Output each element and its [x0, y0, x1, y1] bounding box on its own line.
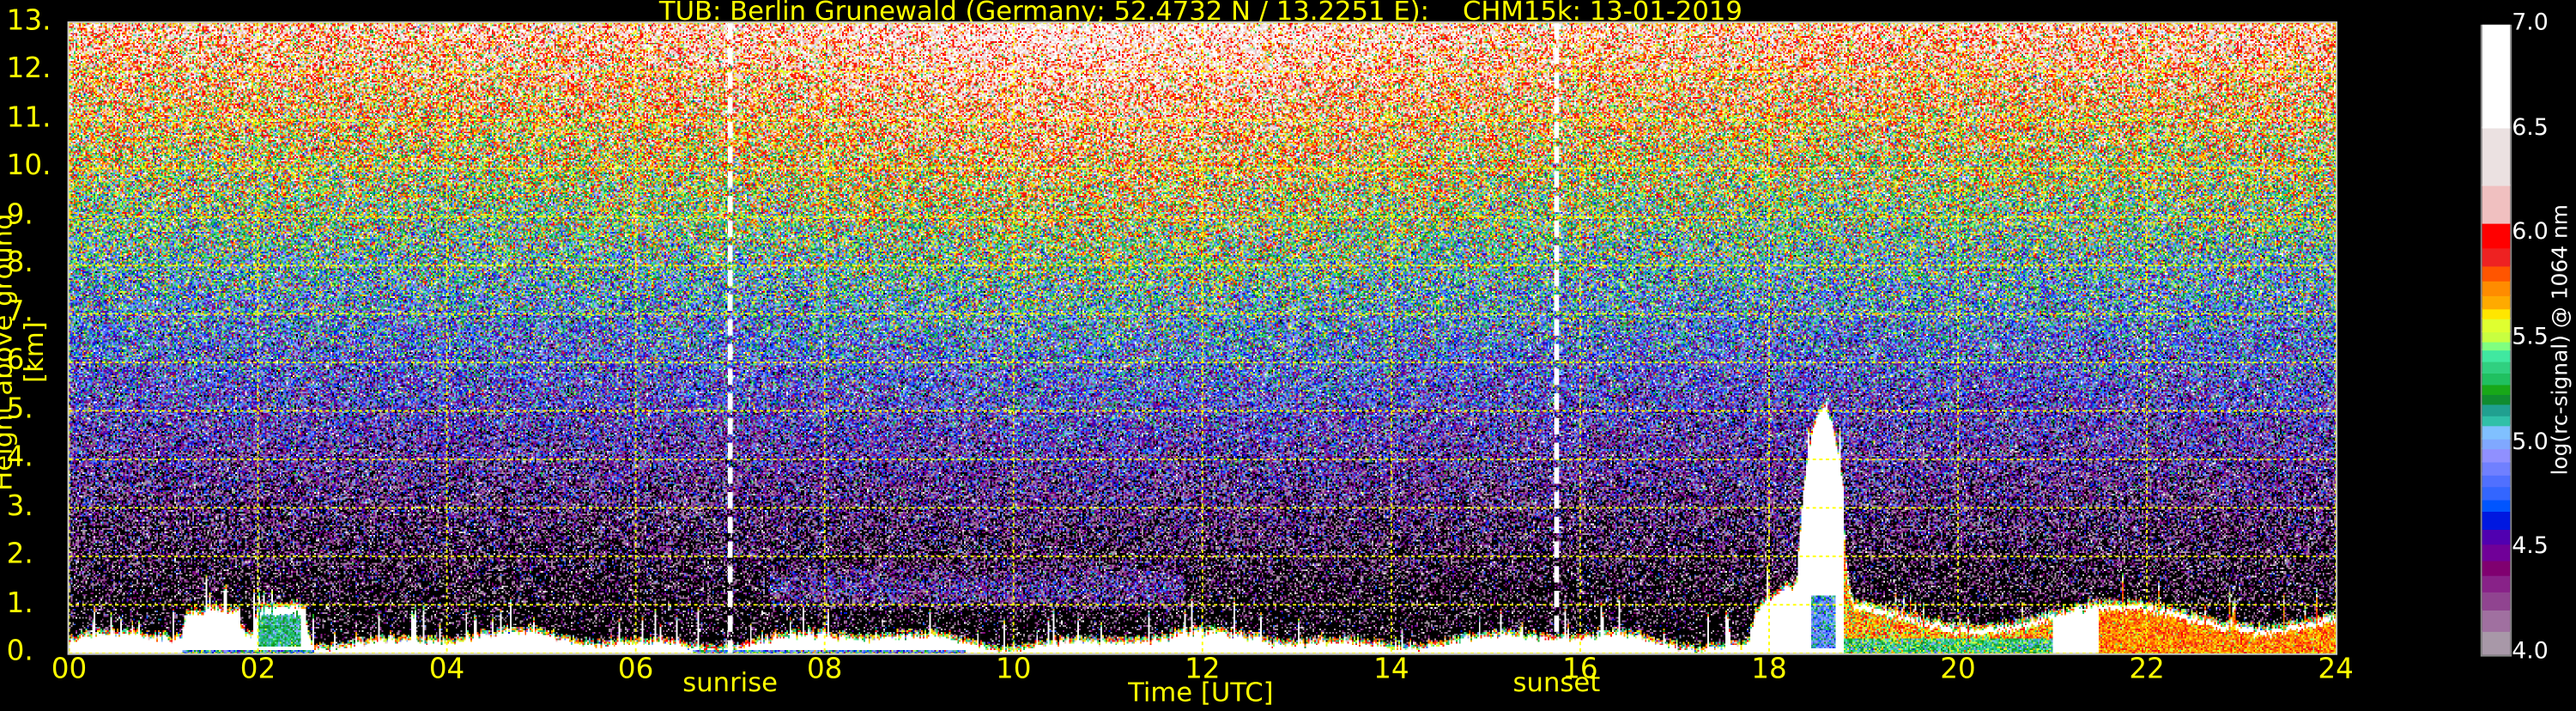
- colorbar-band: [2482, 221, 2511, 249]
- colorbar-band: [2482, 127, 2511, 186]
- colorbar-band: [2482, 24, 2511, 130]
- colorbar-band: [2482, 558, 2511, 575]
- ceilometer-figure: TUB: Berlin Grunewald (Germany; 52.4732 …: [0, 0, 2576, 711]
- colorbar-band: [2482, 590, 2511, 611]
- colorbar-tick-label: 7.0: [2512, 9, 2549, 37]
- y-tick-label: 2.: [6, 538, 33, 572]
- colorbar-band: [2482, 447, 2511, 463]
- event-label-sunrise: sunrise: [682, 666, 779, 698]
- colorbar-band: [2482, 573, 2511, 592]
- colorbar-band: [2482, 609, 2511, 632]
- y-tick-label: 11.: [6, 101, 52, 135]
- x-tick-label: 24: [2318, 653, 2354, 687]
- grid-overlay: [69, 22, 2337, 653]
- colorbar-band: [2482, 246, 2511, 268]
- colorbar-band: [2482, 359, 2511, 374]
- x-tick-label: 08: [806, 653, 843, 687]
- x-tick-label: 14: [1373, 653, 1409, 687]
- colorbar-tick-label: 4.5: [2512, 533, 2549, 561]
- colorbar-band: [2482, 372, 2511, 385]
- x-tick-label: 18: [1751, 653, 1787, 687]
- colorbar-band: [2482, 510, 2511, 530]
- y-tick-label: 13.: [6, 4, 52, 39]
- x-tick-label: 04: [428, 653, 465, 687]
- event-label-sunset: sunset: [1512, 666, 1601, 698]
- x-tick-label: 06: [617, 653, 654, 687]
- colorbar-band: [2482, 485, 2511, 501]
- colorbar-band: [2482, 318, 2511, 332]
- y-tick-label: 12.: [6, 53, 52, 87]
- colorbar-band: [2482, 183, 2511, 224]
- colorbar-band: [2482, 424, 2511, 440]
- colorbar-tick-label: 5.0: [2512, 428, 2549, 456]
- y-tick-label: 1.: [6, 586, 33, 620]
- x-tick-label: 02: [239, 653, 276, 687]
- plot-area: [67, 21, 2338, 655]
- y-tick-label: 10.: [6, 150, 52, 184]
- colorbar-tick-label: 5.5: [2512, 324, 2549, 351]
- y-axis-label: Height above ground [km]: [0, 213, 50, 491]
- colorbar: [2480, 24, 2512, 657]
- colorbar-band: [2482, 295, 2511, 310]
- x-tick-label: 22: [2129, 653, 2165, 687]
- colorbar-band: [2482, 629, 2511, 655]
- x-tick-label: 00: [51, 653, 88, 687]
- x-axis-label: Time [UTC]: [1128, 676, 1274, 708]
- colorbar-tick-label: 6.5: [2512, 114, 2549, 142]
- colorbar-band: [2482, 542, 2511, 561]
- colorbar-band: [2482, 280, 2511, 297]
- x-tick-label: 20: [1940, 653, 1976, 687]
- colorbar-label: log(rc-signal) @ 1064 nm: [2549, 204, 2574, 476]
- colorbar-band: [2482, 265, 2511, 283]
- colorbar-tick-label: 4.0: [2512, 638, 2549, 665]
- colorbar-band: [2482, 527, 2511, 544]
- colorbar-band: [2482, 472, 2511, 488]
- colorbar-band: [2482, 497, 2511, 513]
- colorbar-tick-label: 6.0: [2512, 219, 2549, 246]
- colorbar-band: [2482, 460, 2511, 475]
